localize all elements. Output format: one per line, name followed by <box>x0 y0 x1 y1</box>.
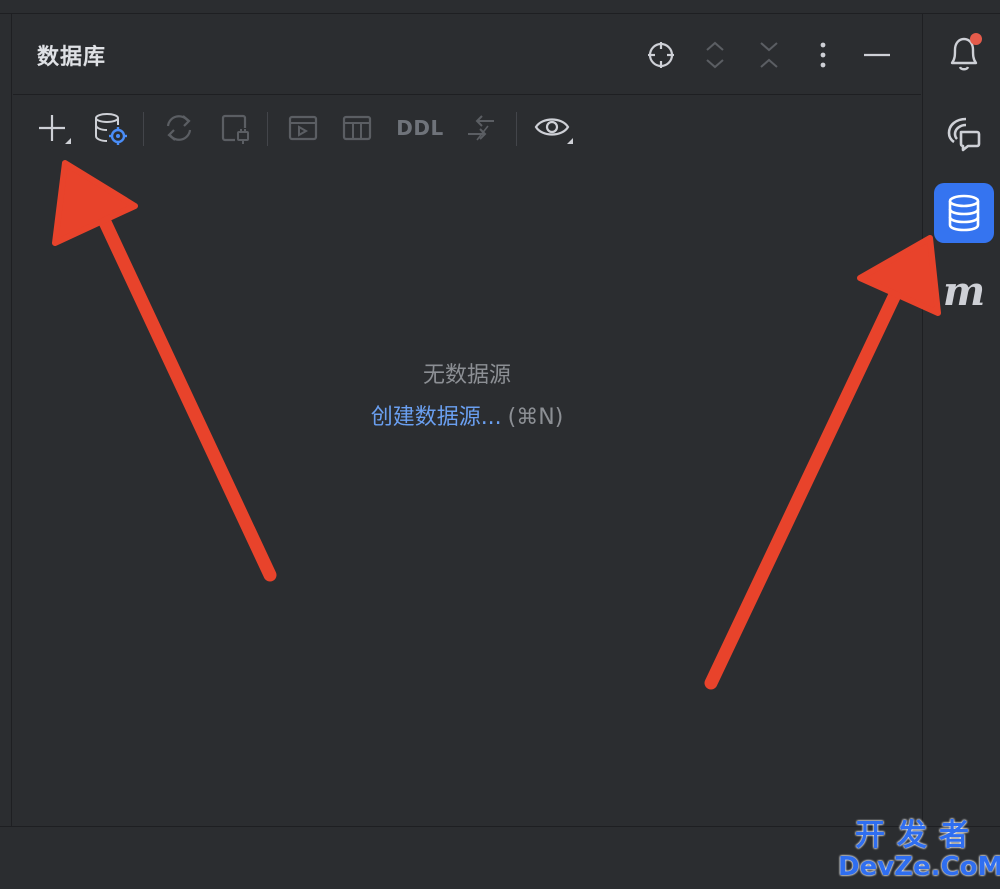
ai-chat-icon <box>947 117 981 152</box>
table-icon <box>342 115 372 141</box>
empty-state: 无数据源 创建数据源... (⌘N) <box>13 360 921 434</box>
notifications-button[interactable] <box>934 23 994 83</box>
locate-icon <box>648 42 674 68</box>
add-data-source-button[interactable] <box>35 110 75 146</box>
refresh-icon <box>166 115 192 141</box>
database-toolbar: DDL <box>13 96 921 162</box>
collapse-all-icon <box>760 42 778 68</box>
watermark-line2: DevZe.CoM <box>838 852 1000 882</box>
database-icon <box>948 194 980 232</box>
minimize-icon <box>864 53 890 57</box>
compare-button[interactable] <box>461 110 501 146</box>
empty-state-title: 无数据源 <box>422 363 511 388</box>
expand-all-icon <box>706 41 724 69</box>
database-tool-button[interactable] <box>934 183 994 243</box>
data-source-settings-icon <box>95 113 127 145</box>
notifications-icon <box>950 33 982 71</box>
tool-window-header: 数据库 <box>13 15 921 95</box>
empty-state-action-row: 创建数据源... (⌘N) <box>13 402 921 434</box>
top-strip <box>0 0 1000 14</box>
watermark: 开发者 DevZe.CoM <box>838 818 1000 886</box>
database-tool-window: 数据库 DDL 无数据源 创建数据源... (⌘N) <box>13 15 921 826</box>
toolbar-separator <box>143 112 144 146</box>
disconnect-button[interactable] <box>215 110 255 146</box>
view-options-button[interactable] <box>533 110 577 146</box>
more-options-button[interactable] <box>805 37 841 73</box>
query-console-button[interactable] <box>283 110 323 146</box>
ddl-label: DDL <box>396 116 444 140</box>
collapse-all-button[interactable] <box>751 37 787 73</box>
table-view-button[interactable] <box>337 110 377 146</box>
create-data-source-link[interactable]: 创建数据源... <box>371 405 502 430</box>
plus-icon <box>39 115 71 144</box>
maven-tool-button[interactable]: m <box>934 261 994 321</box>
shortcut-hint: (⌘N) <box>507 405 564 430</box>
toolbar-separator <box>267 112 268 146</box>
watermark-line1: 开发者 <box>855 818 981 853</box>
maven-icon: m <box>942 267 986 315</box>
toolbar-separator <box>516 112 517 146</box>
more-options-icon <box>820 42 826 68</box>
locate-button[interactable] <box>643 37 679 73</box>
left-gutter <box>0 14 12 826</box>
ai-chat-button[interactable] <box>934 103 994 163</box>
minimize-button[interactable] <box>859 37 895 73</box>
ddl-button[interactable]: DDL <box>395 110 445 146</box>
eye-icon <box>534 118 573 144</box>
expand-all-button[interactable] <box>697 37 733 73</box>
compare-arrows-icon <box>468 115 494 141</box>
data-source-properties-button[interactable] <box>91 110 131 146</box>
query-console-icon <box>288 115 318 141</box>
disconnect-icon <box>221 114 249 144</box>
ide-window: 数据库 DDL 无数据源 创建数据源... (⌘N) m 开发者 DevZe.C… <box>0 0 1000 889</box>
refresh-button[interactable] <box>159 110 199 146</box>
panel-title: 数据库 <box>37 45 107 70</box>
right-tool-stripe: m <box>922 14 1000 826</box>
